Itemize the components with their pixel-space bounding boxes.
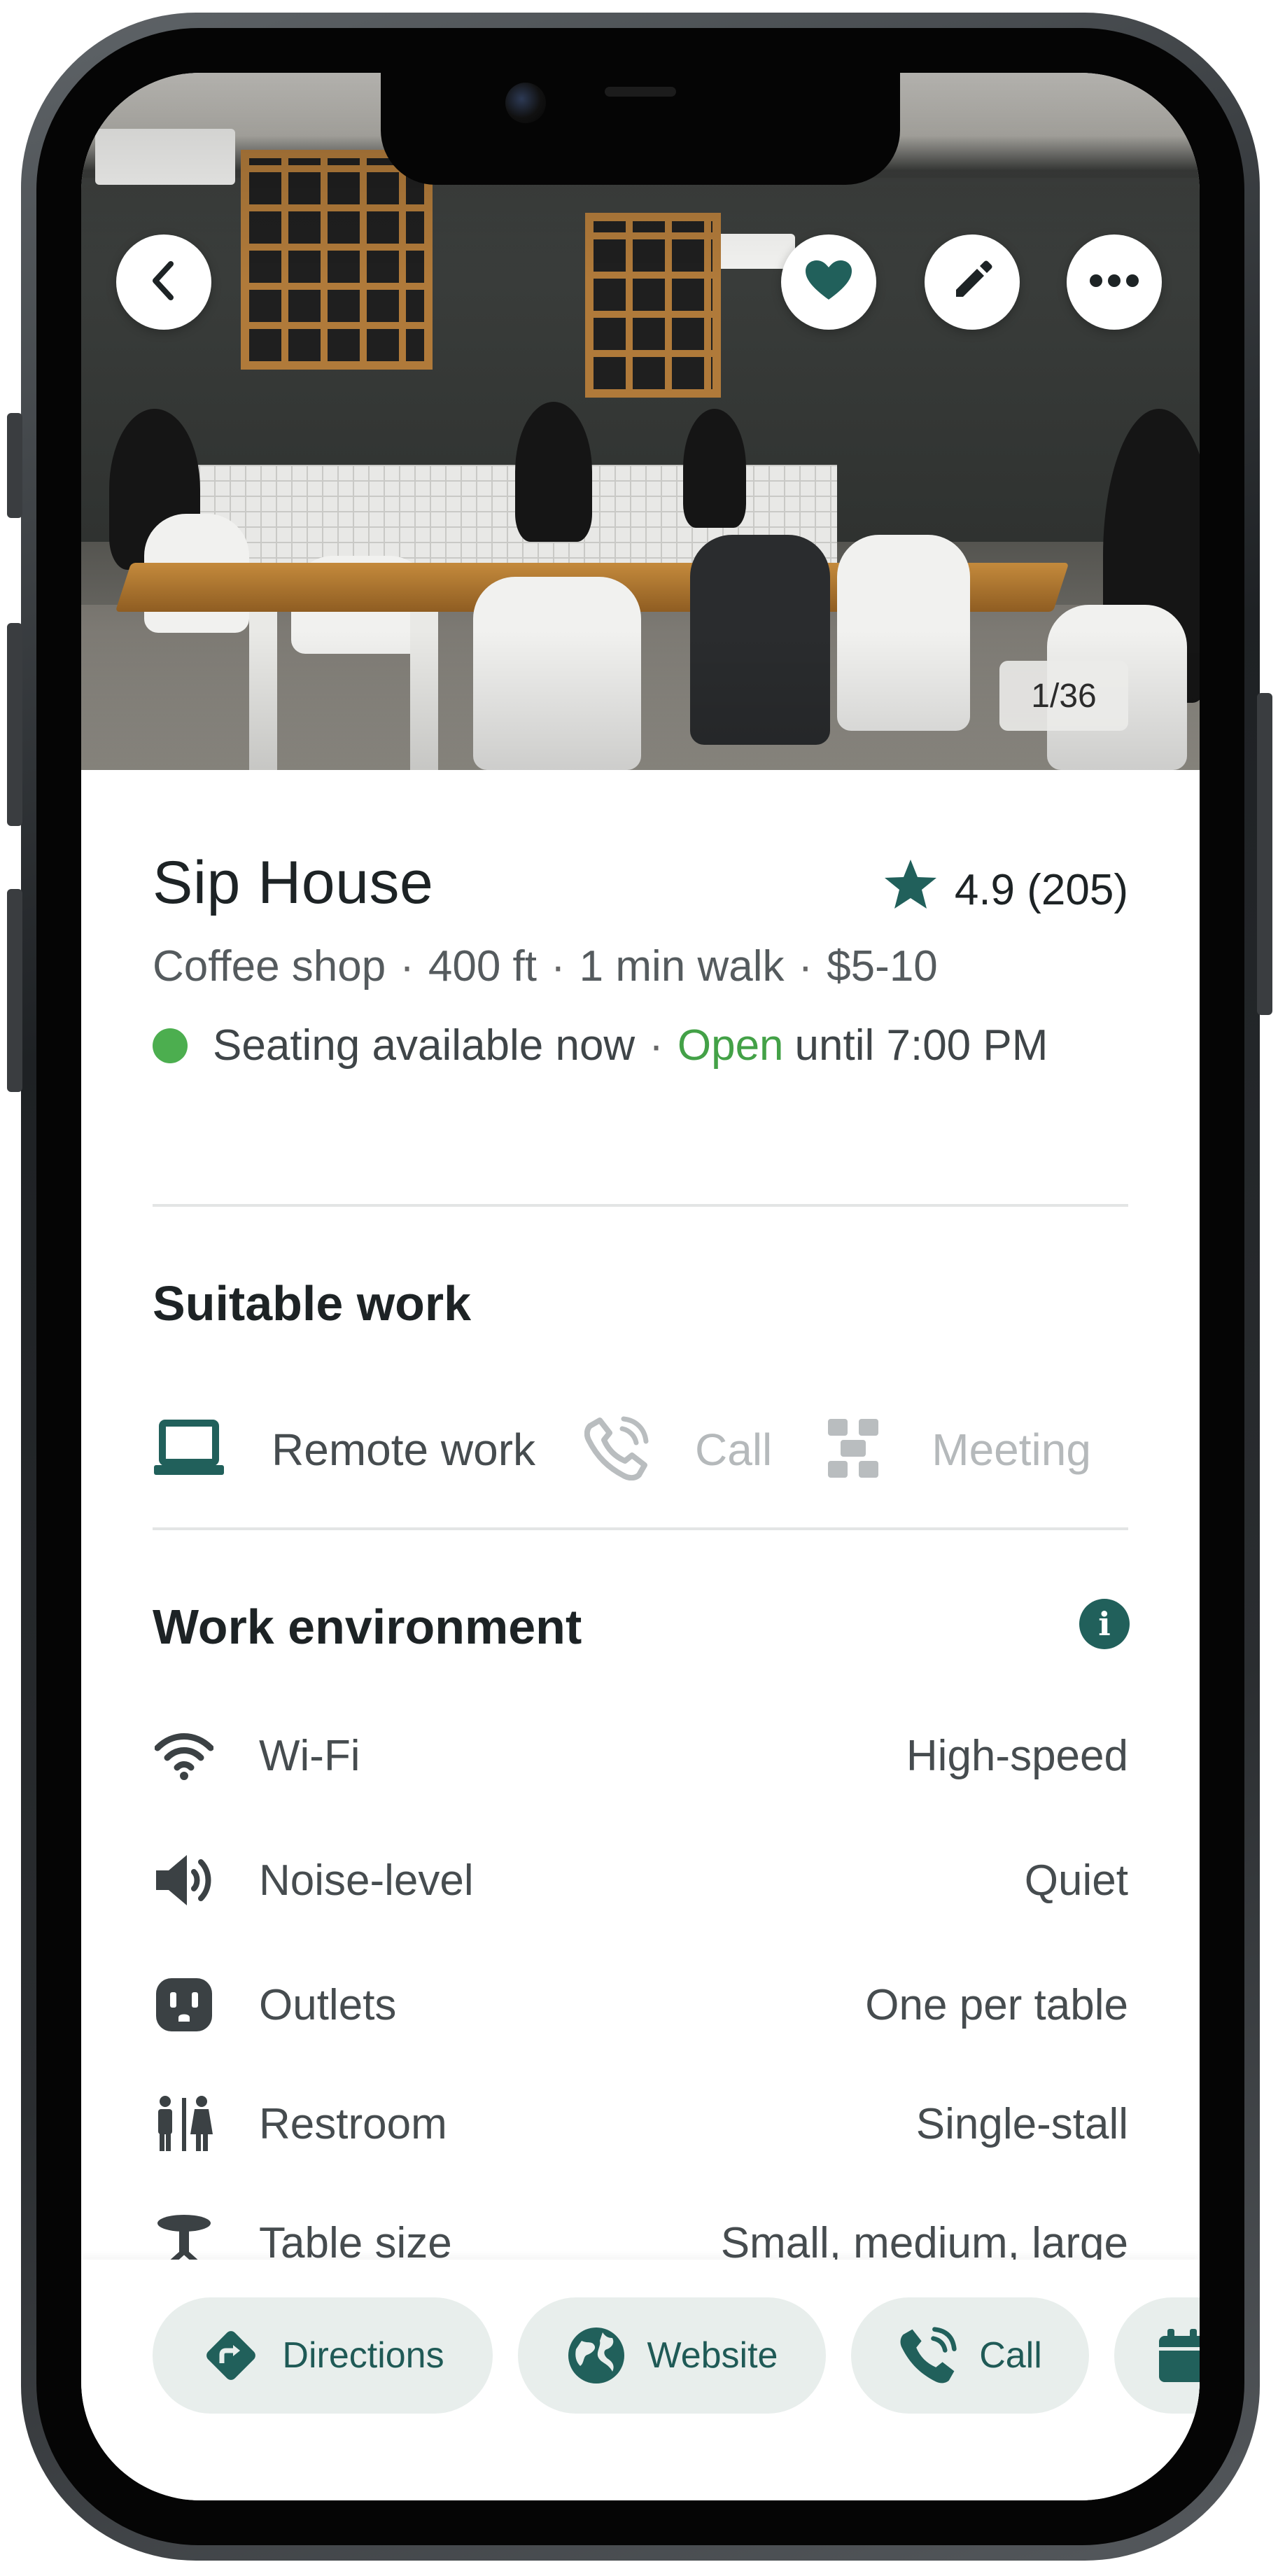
distance: 400 ft (428, 942, 538, 990)
title-row: Sip House 4.9 (205) (153, 848, 1128, 925)
globe-icon (566, 2325, 626, 2386)
edit-button[interactable] (925, 234, 1020, 330)
env-label: Wi-Fi (259, 1731, 360, 1780)
work-type-label: Meeting (932, 1424, 1091, 1475)
favorite-button[interactable] (781, 234, 876, 330)
rating[interactable]: 4.9 (205) (883, 858, 1128, 922)
ellipsis-icon (1089, 274, 1139, 291)
notch (381, 73, 900, 185)
photo-counter: 1/36 (999, 661, 1128, 731)
work-type-call[interactable]: Call (584, 1416, 821, 1484)
work-type-meeting[interactable]: Meeting (821, 1416, 1140, 1484)
suitable-work-list: Remote work Call Meeting (153, 1411, 1140, 1488)
status-dot-icon (153, 1028, 188, 1063)
call-label: Call (979, 2335, 1042, 2376)
status-line: Seating available now · Open until 7:00 … (153, 1021, 1048, 1070)
meeting-icon (821, 1416, 885, 1484)
env-row-wifi: Wi-Fi High-speed (153, 1721, 1128, 1791)
walk-time: 1 min walk (579, 942, 785, 990)
env-value: Single-stall (915, 2099, 1128, 2148)
env-label: Noise-level (259, 1856, 474, 1905)
back-button[interactable] (116, 234, 211, 330)
separator-dot: · (400, 942, 414, 990)
phone-icon (898, 2325, 958, 2386)
env-value: One per table (865, 1980, 1128, 2029)
notch-speaker (605, 87, 676, 97)
phone-side-button (7, 413, 22, 518)
phone-volume-down-button (7, 889, 22, 1092)
env-value: High-speed (906, 1731, 1128, 1780)
phone-icon (584, 1416, 649, 1484)
website-button[interactable]: Website (518, 2297, 826, 2414)
suitable-work-title: Suitable work (153, 1276, 472, 1331)
separator-dot: · (649, 1021, 663, 1070)
rating-value: 4.9 (205) (954, 866, 1128, 914)
action-bar: Directions Website Call (81, 2260, 1200, 2500)
env-value: Quiet (1024, 1856, 1128, 1905)
env-row-outlets: Outlets One per table (153, 1970, 1128, 2040)
directions-label: Directions (282, 2335, 444, 2376)
more-button[interactable] (1067, 234, 1162, 330)
phone-power-button (1257, 693, 1272, 1015)
pencil-icon (950, 259, 994, 306)
divider (153, 1204, 1128, 1207)
wifi-icon (153, 1724, 216, 1787)
separator-dot: · (551, 942, 566, 990)
category: Coffee shop (153, 942, 386, 990)
chevron-left-icon (147, 260, 181, 305)
call-button[interactable]: Call (851, 2297, 1089, 2414)
place-name: Sip House (153, 849, 434, 916)
hours: until 7:00 PM (794, 1021, 1048, 1070)
work-type-remote[interactable]: Remote work (153, 1419, 584, 1481)
outlet-icon (153, 1973, 216, 2036)
star-icon (883, 858, 938, 922)
divider (153, 1527, 1128, 1530)
work-environment-title: Work environment (153, 1600, 582, 1654)
env-row-restroom: Restroom Single-stall (153, 2089, 1128, 2159)
calendar-button[interactable] (1114, 2297, 1200, 2414)
price-range: $5-10 (827, 942, 938, 990)
place-meta: Coffee shop · 400 ft · 1 min walk · $5-10 (153, 941, 938, 991)
speaker-icon (153, 1849, 216, 1912)
env-row-noise: Noise-level Quiet (153, 1845, 1128, 1915)
separator-dot: · (798, 942, 813, 990)
directions-icon (201, 2325, 261, 2386)
seating-status: Seating available now (213, 1021, 636, 1070)
directions-button[interactable]: Directions (153, 2297, 493, 2414)
work-type-label: Remote work (272, 1424, 535, 1475)
restroom-icon (153, 2092, 216, 2155)
calendar-icon (1158, 2328, 1200, 2384)
website-label: Website (647, 2335, 778, 2376)
front-camera (505, 83, 546, 123)
open-status: Open (677, 1021, 784, 1070)
env-label: Restroom (259, 2099, 447, 2148)
phone-volume-up-button (7, 623, 22, 826)
screen: 1/36 Sip House 4.9 (205) Coffee shop · 400… (81, 73, 1200, 2500)
work-type-label: Call (695, 1424, 773, 1475)
info-icon[interactable]: i (1079, 1599, 1130, 1649)
laptop-icon (153, 1419, 225, 1481)
heart-icon (804, 259, 853, 306)
env-label: Outlets (259, 1980, 397, 2029)
